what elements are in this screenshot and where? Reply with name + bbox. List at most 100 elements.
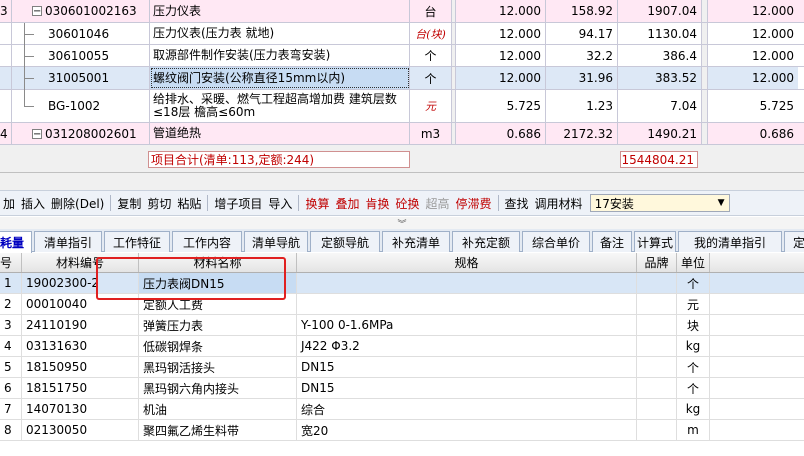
item-name: 压力仪表 xyxy=(150,0,410,22)
material-code: 18150950 xyxy=(22,357,139,377)
tab-1[interactable]: 清单指引 xyxy=(34,231,102,252)
toolbar-button[interactable]: 复制 xyxy=(114,195,144,212)
item-code-text: 30610055 xyxy=(48,48,110,63)
material-no: 7 xyxy=(0,399,22,419)
toolbar-button[interactable]: 查找 xyxy=(502,195,532,212)
header-code[interactable]: 材料编号 xyxy=(22,253,139,272)
toolbar-button[interactable]: 增子项目 xyxy=(211,195,265,212)
item-code-text: 030601002163 xyxy=(45,4,137,18)
profession-select[interactable]: 17安装 ▼ xyxy=(589,194,730,212)
material-extra xyxy=(710,420,804,440)
collapse-handle[interactable]: ︾ xyxy=(0,217,804,230)
toolbar-button[interactable]: 调用材料 xyxy=(532,195,586,212)
toolbar-button[interactable]: 超高 xyxy=(423,195,453,212)
item-quantity-2: 12.000 xyxy=(752,4,794,18)
material-spec: 宽20 xyxy=(297,420,637,440)
material-no: 6 xyxy=(0,378,22,398)
tab-7[interactable]: 补充定额 xyxy=(452,231,520,252)
item-unit-price: 32.2 xyxy=(546,45,618,66)
header-extra xyxy=(710,253,804,272)
material-row[interactable]: 2 00010040 定额人工费 元 xyxy=(0,294,804,315)
item-quantity: 5.725 xyxy=(456,90,546,122)
material-spec: 综合 xyxy=(297,399,637,419)
material-spec xyxy=(297,294,637,314)
toolbar-button[interactable]: 剪切 xyxy=(144,195,174,212)
header-unit[interactable]: 单位 xyxy=(677,253,710,272)
item-quantity: 12.000 xyxy=(456,45,546,66)
tab-2[interactable]: 工作特征 xyxy=(104,231,170,252)
toolbar-button[interactable]: 插入 xyxy=(18,195,48,212)
toolbar-separator xyxy=(207,195,209,211)
item-name: 管道绝热 xyxy=(150,123,410,144)
splitter[interactable] xyxy=(0,173,804,190)
item-row[interactable]: 30610055 取源部件制作安装(压力表弯安装) 个 12.000 32.2 386.4… xyxy=(0,45,804,67)
material-spec: J422 Φ3.2 xyxy=(297,336,637,356)
material-unit: 块 xyxy=(677,315,710,335)
item-unit-price: 94.17 xyxy=(546,23,618,44)
toolbar-button[interactable]: 砼换 xyxy=(392,195,422,212)
item-row[interactable]: 4−031208002601 管道绝热 m3 0.686 2172.32 1490.21 0… xyxy=(0,123,804,145)
material-code: 24110190 xyxy=(22,315,139,335)
item-row[interactable]: 30601046 压力仪表(压力表 就地) 台(块) 12.000 94.17 1130.… xyxy=(0,23,804,45)
material-row[interactable]: 8 02130050 聚四氟乙烯生料带 宽20 m xyxy=(0,420,804,441)
material-unit: kg xyxy=(677,336,710,356)
toolbar-button[interactable]: 加 xyxy=(0,195,18,212)
material-row[interactable]: 1 19002300-2 压力表阀DN15 个 xyxy=(0,273,804,294)
material-row[interactable]: 3 24110190 弹簧压力表 Y-100 0-1.6MPa 块 xyxy=(0,315,804,336)
item-quantity: 12.000 xyxy=(456,0,546,22)
item-row[interactable]: BG-1002 给排水、采暖、燃气工程超高增加费 建筑层数≤18层 檐高≤60m 元… xyxy=(0,90,804,123)
tab-11[interactable]: 我的清单指引 xyxy=(678,231,782,252)
tab-12[interactable]: 定 xyxy=(784,231,804,252)
toolbar-button[interactable]: 肯换 xyxy=(362,195,392,212)
summary-row: 项目合计(清单:113,定额:244) 1544804.21 xyxy=(0,145,804,173)
material-extra xyxy=(710,378,804,398)
item-name: 取源部件制作安装(压力表弯安装) xyxy=(150,45,410,66)
material-name: 弹簧压力表 xyxy=(139,315,297,335)
collapse-icon[interactable]: − xyxy=(32,128,42,139)
tab-4[interactable]: 清单导航 xyxy=(244,231,308,252)
item-unit: 台(块) xyxy=(410,23,452,44)
material-name: 黑玛钢活接头 xyxy=(139,357,297,377)
row-number xyxy=(0,23,12,44)
tab-0[interactable]: 耗量 xyxy=(0,231,32,253)
tab-8[interactable]: 综合单价 xyxy=(522,231,590,252)
item-unit: 元 xyxy=(410,90,452,122)
material-row[interactable]: 4 03131630 低碳钢焊条 J422 Φ3.2 kg xyxy=(0,336,804,357)
toolbar-button[interactable]: 换算 xyxy=(302,195,332,212)
tab-9[interactable]: 备注 xyxy=(592,231,632,252)
material-code: 03131630 xyxy=(22,336,139,356)
row-number xyxy=(0,90,12,122)
item-code: −030601002163 xyxy=(12,0,150,22)
header-brand[interactable]: 品牌 xyxy=(637,253,677,272)
toolbar-button[interactable]: 导入 xyxy=(265,195,295,212)
toolbar-separator xyxy=(497,195,499,211)
tab-6[interactable]: 补充清单 xyxy=(382,231,450,252)
header-spec[interactable]: 规格 xyxy=(297,253,637,272)
material-code: 00010040 xyxy=(22,294,139,314)
toolbar-button[interactable]: 删除(Del) xyxy=(48,195,107,212)
row-number: 3 xyxy=(0,0,12,22)
item-code-text: BG-1002 xyxy=(48,99,101,113)
tab-3[interactable]: 工作内容 xyxy=(172,231,242,252)
tab-5[interactable]: 定额导航 xyxy=(310,231,380,252)
item-unit: 个 xyxy=(410,45,452,66)
collapse-icon[interactable]: − xyxy=(32,6,42,17)
item-name: 螺纹阀门安装(公称直径15mm以内) xyxy=(150,67,410,89)
profession-select-value: 17安装 xyxy=(594,196,634,211)
tree-branch xyxy=(24,106,34,107)
toolbar-button[interactable]: 停滞费 xyxy=(453,195,495,212)
toolbar-button[interactable]: 粘贴 xyxy=(174,195,204,212)
item-row[interactable]: 3−030601002163 压力仪表台 12.000 158.92 1907.04 12… xyxy=(0,0,804,23)
material-row[interactable]: 7 14070130 机油 综合 kg xyxy=(0,399,804,420)
header-name[interactable]: 材料名称 xyxy=(139,253,297,272)
header-no[interactable]: 号 xyxy=(0,253,22,272)
item-code-text: 31005001 xyxy=(48,71,110,85)
material-row[interactable]: 6 18151750 黑玛钢六角内接头 DN15 个 xyxy=(0,378,804,399)
material-no: 4 xyxy=(0,336,22,356)
item-row[interactable]: 31005001 螺纹阀门安装(公称直径15mm以内) 个 12.000 31.96 38… xyxy=(0,67,804,90)
item-code-text: 30601046 xyxy=(48,26,110,41)
toolbar-button[interactable]: 叠加 xyxy=(332,195,362,212)
tab-10[interactable]: 计算式 xyxy=(634,231,676,252)
material-unit: m xyxy=(677,420,710,440)
material-row[interactable]: 5 18150950 黑玛钢活接头 DN15 个 xyxy=(0,357,804,378)
